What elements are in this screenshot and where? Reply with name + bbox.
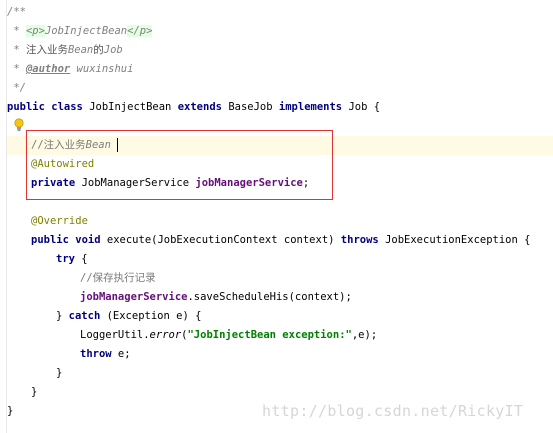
brace: }: [56, 367, 63, 379]
method-signature: execute(JobExecutionContext context): [106, 234, 335, 246]
call-field: jobManagerService: [80, 291, 188, 303]
code-line-javadoc-open: /**: [7, 3, 26, 22]
javadoc-close: */: [7, 82, 26, 94]
javadoc-author-name: wuxinshui: [70, 63, 134, 75]
keyword-try: try: [56, 253, 75, 265]
logger-class: LoggerUtil.: [80, 329, 150, 341]
keyword-throw: throw: [80, 348, 112, 360]
code-line-javadoc-desc: * 注入业务Bean的Job: [7, 41, 123, 60]
code-line-class-declaration: public class JobInjectBean extends BaseJ…: [7, 98, 380, 117]
brace: }: [7, 405, 14, 417]
javadoc-author-tag: @author: [25, 63, 71, 75]
code-line-catch: } catch (Exception e) {: [56, 307, 201, 326]
keyword-implements: implements: [278, 101, 343, 113]
keyword-public: public: [7, 101, 45, 113]
javadoc-desc-bean: Bean: [67, 44, 94, 56]
logger-string: "JobInjectBean exception:": [187, 329, 352, 341]
brace: }: [56, 310, 69, 322]
interface-name: Job: [348, 101, 368, 113]
logger-args: ,e);: [351, 329, 378, 341]
keyword-throws: throws: [340, 234, 379, 246]
code-line-logger: LoggerUtil.error("JobInjectBean exceptio…: [80, 326, 377, 345]
keyword-void: void: [75, 234, 101, 246]
code-line-try: try {: [56, 250, 88, 269]
keyword-public: public: [31, 234, 69, 246]
code-line-throw: throw e;: [80, 345, 131, 364]
annotation-override: @Override: [31, 215, 88, 227]
javadoc-desc-cn1: 注入业务: [25, 44, 68, 56]
logger-method: error: [149, 329, 182, 341]
code-line-javadoc-p: * <p>JobInjectBean</p>: [7, 22, 153, 41]
code-line-method-signature: public void execute(JobExecutionContext …: [31, 231, 530, 250]
code-line-save-comment: //保存执行记录: [80, 269, 156, 288]
code-line-javadoc-author: * @author wuxinshui: [7, 60, 133, 79]
code-line-close-class: }: [7, 402, 13, 421]
keyword-extends: extends: [177, 101, 222, 113]
code-line-javadoc-close: */: [7, 79, 26, 98]
class-name: JobInjectBean: [89, 101, 172, 113]
base-class-name: BaseJob: [228, 101, 273, 113]
keyword-catch: catch: [68, 310, 101, 322]
javadoc-desc-job: Job: [103, 44, 123, 56]
throw-target: e;: [111, 348, 131, 360]
brace: {: [74, 253, 88, 265]
javadoc-desc-cn2: 的: [93, 44, 104, 56]
keyword-class: class: [51, 101, 83, 113]
lightbulb-icon[interactable]: [14, 118, 24, 132]
javadoc-open: /**: [7, 6, 26, 18]
brace: }: [31, 386, 38, 398]
call-method: .saveScheduleHis(context);: [187, 291, 352, 303]
catch-params: (Exception e) {: [100, 310, 202, 322]
javadoc-p-open-tag: <p>: [25, 25, 45, 37]
code-line-close-catch: }: [56, 364, 62, 383]
javadoc-p-text: JobInjectBean: [44, 25, 128, 37]
highlight-box: [26, 130, 333, 200]
javadoc-prefix: *: [7, 44, 26, 56]
code-line-close-method: }: [31, 383, 37, 402]
exception-type: JobExecutionException {: [385, 234, 531, 246]
watermark-url: http://blog.csdn.net/RickyIT: [262, 402, 524, 420]
javadoc-prefix: *: [7, 63, 26, 75]
save-comment: //保存执行记录: [80, 272, 156, 284]
javadoc-p-close-tag: </p>: [127, 25, 153, 37]
javadoc-prefix: *: [7, 25, 26, 37]
brace: {: [367, 101, 381, 113]
editor-gutter: [0, 0, 7, 433]
code-line-override: @Override: [31, 212, 88, 231]
code-line-save-call: jobManagerService.saveScheduleHis(contex…: [80, 288, 352, 307]
